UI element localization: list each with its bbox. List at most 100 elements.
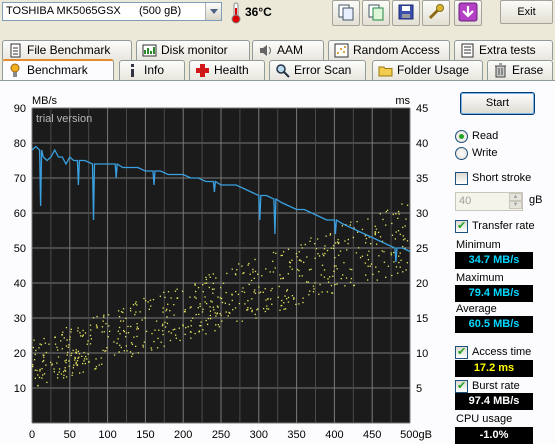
access-time-point [199,305,201,308]
red-cross-icon [195,63,210,78]
tab-health[interactable]: Health [189,60,265,80]
y-tick-right: 15 [416,313,428,325]
access-time-point [217,296,219,298]
access-time-point [197,286,200,289]
access-time-point [120,311,123,313]
access-time-point [101,331,103,333]
access-time-point [355,252,358,254]
access-time-point [269,298,272,300]
access-time-point [118,326,121,329]
access-time-point [189,331,192,333]
start-button[interactable]: Start [460,92,535,115]
access-time-point [72,349,74,352]
tab-file-benchmark[interactable]: File Benchmark [2,40,132,60]
access-time-point [95,365,98,368]
access-time-point [162,323,164,325]
download-button[interactable] [454,0,482,26]
access-time-point [71,352,73,354]
burst-rate-checkbox[interactable]: Burst rate [455,379,520,393]
access-time-point [39,368,41,371]
access-time-point [397,272,399,274]
access-time-point [158,329,160,331]
tab-disk-monitor[interactable]: Disk monitor [136,40,250,60]
tab-error-scan[interactable]: Error Scan [269,60,366,80]
access-time-point [185,326,187,329]
tab-erase[interactable]: Erase [487,60,553,80]
access-time-point [58,371,60,373]
access-time-point [314,282,316,284]
access-time-point [284,295,286,297]
tab-random-access[interactable]: Random Access [328,40,450,60]
access-time-point [390,252,392,254]
access-time-checkbox[interactable]: Access time [455,345,531,359]
exit-button[interactable]: Exit [500,0,553,24]
spin-buttons[interactable]: ▲ ▼ [509,193,522,210]
access-time-point [104,350,106,352]
access-time-point [208,286,210,289]
access-time-point [164,321,166,323]
access-time-value: 17.2 ms [455,360,533,377]
short-stroke-input[interactable]: 40 ▲ ▼ [455,192,523,211]
access-time-point [231,294,233,296]
access-time-point [103,314,105,316]
access-time-point [212,292,214,294]
access-time-point [361,255,364,257]
access-time-point [164,296,166,299]
access-time-point [71,372,74,374]
access-time-point [334,256,336,259]
access-time-point [266,308,268,310]
access-time-point [179,339,181,342]
access-time-point [81,335,84,337]
copy-button[interactable] [332,0,360,26]
access-time-point [113,341,115,343]
tab-info[interactable]: Info [119,60,185,80]
tab-folder-usage[interactable]: Folder Usage [372,60,483,80]
spin-up-icon[interactable]: ▲ [509,193,522,201]
access-time-point [213,288,215,290]
access-time-point [202,283,204,286]
access-time-point [39,343,41,345]
access-time-point [319,283,321,286]
access-time-point [79,332,81,334]
access-time-point [252,268,254,271]
access-time-point [195,297,197,299]
access-time-point [192,317,194,319]
access-time-point [349,281,352,283]
copy-text-button[interactable] [362,0,390,26]
read-radio[interactable]: Read [455,130,498,143]
access-time-point [136,323,138,325]
tab-benchmark[interactable]: Benchmark [2,59,114,80]
options-button[interactable] [422,0,450,26]
access-time-point [252,271,254,273]
drive-select[interactable]: TOSHIBA MK5065GSX (500 gB) [2,2,222,21]
access-time-point [344,285,346,287]
spin-down-icon[interactable]: ▼ [509,201,522,209]
tab-aam[interactable]: AAM [252,40,324,60]
benchmark-chart: trial versionMB/s ms908070605040302010454… [14,95,432,441]
access-time-point [329,276,331,278]
access-time-point [33,359,36,361]
access-time-point [253,277,255,279]
y-tick-right: 35 [416,173,428,185]
access-time-point [139,311,141,313]
short-stroke-checkbox[interactable]: Short stroke [455,172,531,185]
access-time-point [365,237,368,240]
access-time-point [254,313,256,316]
access-time-point [86,343,88,345]
access-time-point [247,308,249,311]
chevron-down-icon[interactable] [205,3,221,20]
tab-extra-tests[interactable]: Extra tests [454,40,553,60]
access-time-point [398,213,400,215]
access-time-point [184,311,186,313]
trash-icon [493,63,508,78]
access-time-point [160,341,162,343]
save-button[interactable] [392,0,420,26]
access-time-point [176,297,178,299]
folder-icon [378,63,393,78]
write-radio[interactable]: Write [455,147,497,160]
access-time-point [379,236,382,238]
transfer-rate-checkbox[interactable]: Transfer rate [455,219,535,233]
access-time-point [137,327,139,330]
access-time-point [211,288,214,290]
access-time-point [336,283,338,285]
